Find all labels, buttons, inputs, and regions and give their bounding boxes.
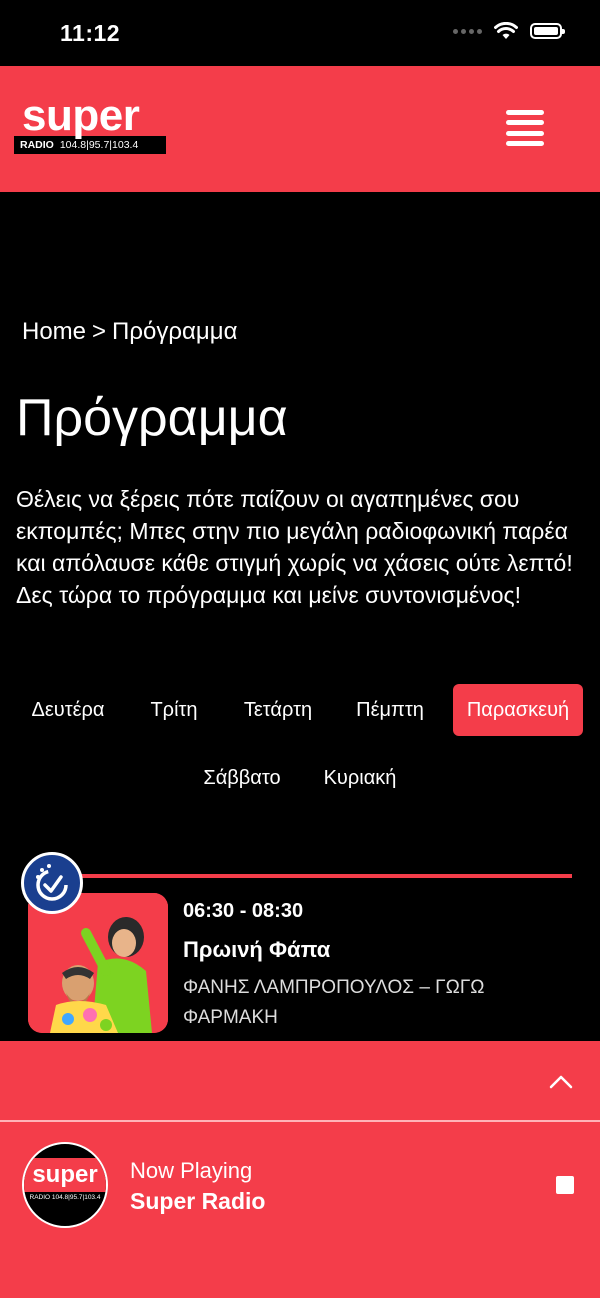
player-bar: [0, 1041, 600, 1120]
page-intro: Θέλεις να ξέρεις πότε παίζουν οι αγαπημέ…: [16, 486, 573, 608]
show-hosts: ΦΑΝΗΣ ΛΑΜΠΡΟΠΟΥΛΟΣ – ΓΩΓΩ ΦΑΡΜΑΚΗ: [183, 977, 485, 1028]
tab-tuesday[interactable]: Τρίτη: [136, 684, 212, 736]
status-bar: 11:12: [0, 0, 600, 66]
show-time: 06:30 - 08:30: [183, 900, 304, 922]
wifi-icon: [494, 22, 518, 39]
stop-icon[interactable]: [556, 1176, 574, 1194]
logo-radio-label: RADIO: [20, 139, 54, 151]
logo-wordmark: super: [22, 91, 140, 140]
now-playing-station: Super Radio: [130, 1188, 266, 1214]
breadcrumb-home[interactable]: Home: [22, 318, 86, 345]
battery-icon: [530, 23, 565, 39]
clock-check-icon: [21, 852, 83, 914]
show-divider-line: [78, 874, 572, 878]
now-playing-label: Now Playing: [130, 1158, 253, 1183]
tab-monday[interactable]: Δευτέρα: [20, 684, 116, 736]
hamburger-menu-icon[interactable]: [506, 108, 544, 148]
station-logo-bar: RADIO 104.8|95.7|103.4: [29, 1194, 101, 1201]
site-logo[interactable]: super RADIO 104.8|95.7|103.4: [14, 91, 166, 154]
station-logo: super RADIO 104.8|95.7|103.4: [22, 1142, 108, 1228]
tab-thursday[interactable]: Πέμπτη: [344, 684, 436, 736]
status-icons: [453, 22, 565, 40]
chevron-up-icon[interactable]: [548, 1069, 574, 1095]
breadcrumb-separator: >: [92, 318, 107, 345]
status-time: 11:12: [60, 20, 121, 46]
cellular-signal-icon: [453, 28, 482, 34]
logo-frequency-bar: RADIO 104.8|95.7|103.4: [14, 136, 166, 154]
station-logo-word: super: [24, 1158, 106, 1192]
site-header: super RADIO 104.8|95.7|103.4: [0, 66, 600, 192]
now-playing-panel: super RADIO 104.8|95.7|103.4 Now Playing…: [0, 1122, 600, 1298]
tab-friday[interactable]: Παρασκευή: [453, 684, 583, 736]
show-title[interactable]: Πρωινή Φάπα: [183, 937, 330, 963]
breadcrumb-current: Πρόγραμμα: [112, 318, 238, 345]
page-title: Πρόγραμμα: [16, 389, 288, 447]
breadcrumb: Home > Πρόγραμμα: [22, 318, 237, 346]
tab-sunday[interactable]: Κυριακή: [312, 752, 408, 804]
tab-wednesday[interactable]: Τετάρτη: [230, 684, 326, 736]
tab-saturday[interactable]: Σάββατο: [192, 752, 292, 804]
logo-frequencies: 104.8|95.7|103.4: [59, 139, 139, 151]
